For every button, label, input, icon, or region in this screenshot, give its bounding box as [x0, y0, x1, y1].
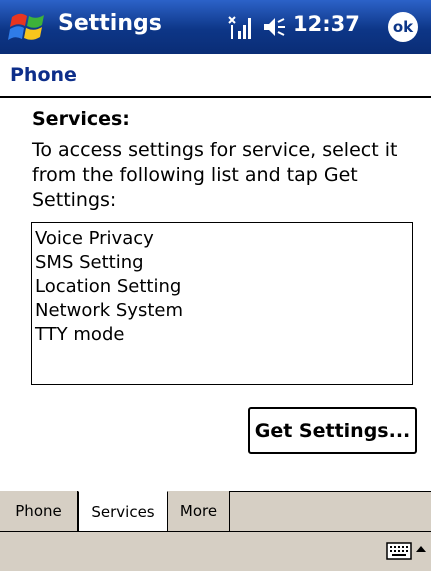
list-item[interactable]: Network System — [35, 299, 412, 323]
tab-strip: Phone Services More — [0, 491, 431, 531]
list-item[interactable]: SMS Setting — [35, 251, 412, 275]
up-arrow-icon[interactable] — [415, 544, 427, 554]
tab-phone[interactable]: Phone — [0, 491, 78, 531]
clock[interactable]: 12:37 — [293, 12, 360, 36]
page-title: Phone — [10, 64, 77, 86]
speaker-icon[interactable] — [262, 14, 286, 40]
tab-services[interactable]: Services — [78, 491, 168, 531]
keyboard-icon[interactable] — [386, 541, 412, 561]
ok-button[interactable]: ok — [388, 12, 418, 42]
windows-flag-icon[interactable] — [8, 9, 50, 45]
list-item[interactable]: TTY mode — [35, 323, 412, 347]
get-settings-button[interactable]: Get Settings... — [248, 407, 417, 454]
services-instructions: To access settings for service, select i… — [32, 139, 398, 211]
page-header: Phone — [0, 54, 431, 98]
menu-bar — [0, 531, 431, 571]
app-title: Settings — [58, 11, 162, 36]
signal-icon[interactable] — [226, 13, 252, 41]
services-heading: Services: — [32, 108, 130, 130]
title-bar: Settings 12:37 ok — [0, 0, 431, 54]
list-item[interactable]: Voice Privacy — [35, 227, 412, 251]
tab-more[interactable]: More — [168, 491, 230, 531]
list-item[interactable]: Location Setting — [35, 275, 412, 299]
service-list[interactable]: Voice Privacy SMS Setting Location Setti… — [31, 222, 413, 385]
